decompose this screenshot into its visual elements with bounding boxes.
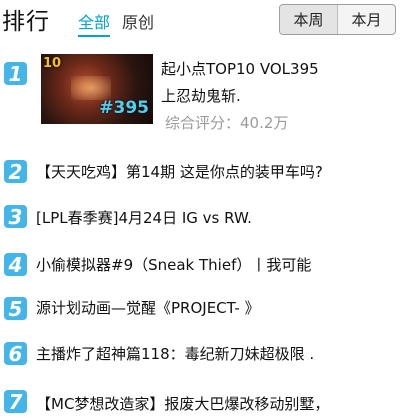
rank-badge-5: 5: [4, 297, 27, 321]
rank-badge-2: 2: [4, 160, 27, 184]
list-item-4[interactable]: 小偷模拟器#9（Sneak Thief）丨我可能: [36, 254, 311, 275]
page-title: 排行: [2, 9, 50, 35]
featured-title-line2[interactable]: 上忍劫鬼斩.: [161, 85, 241, 106]
score-label: 综合评分：: [165, 114, 241, 132]
thumbnail-episode: #395: [99, 98, 149, 118]
thumbnail-badge: 10: [43, 56, 62, 71]
featured-score: 综合评分：40.2万: [165, 112, 288, 133]
featured-title-line1[interactable]: 起小点TOP10 VOL395: [161, 58, 319, 79]
list-item-2[interactable]: 【天天吃鸡】第14期 这是你点的装甲车吗?: [36, 161, 323, 182]
tab-original[interactable]: 原创: [122, 9, 154, 33]
tab-all[interactable]: 全部: [78, 9, 111, 37]
rank-badge-4: 4: [4, 253, 27, 277]
rank-badge-3: 3: [4, 205, 27, 229]
period-toggle: 本周 本月: [279, 4, 396, 35]
rank-badge-7: 7: [4, 390, 27, 414]
period-month-button[interactable]: 本月: [338, 5, 395, 34]
period-week-button[interactable]: 本周: [280, 5, 338, 34]
thumbnail-art: [71, 76, 111, 100]
list-item-5[interactable]: 源计划动画—觉醒《PROJECT- 》: [36, 297, 260, 318]
score-value: 40.2万: [240, 114, 289, 132]
rank-badge-1: 1: [4, 62, 27, 86]
ranking-header: 排行 全部 原创 本周 本月: [0, 0, 402, 40]
video-thumbnail[interactable]: 10 #395: [41, 54, 153, 124]
rank-badge-6: 6: [4, 342, 27, 366]
list-item-6[interactable]: 主播炸了超神篇118：毒纪新刀妹超极限 .: [36, 343, 314, 364]
list-item-7[interactable]: 【MC梦想改造家】报废大巴爆改移动别墅，: [36, 393, 329, 414]
list-item-3[interactable]: [LPL春季赛]4月24日 IG vs RW.: [36, 207, 252, 228]
